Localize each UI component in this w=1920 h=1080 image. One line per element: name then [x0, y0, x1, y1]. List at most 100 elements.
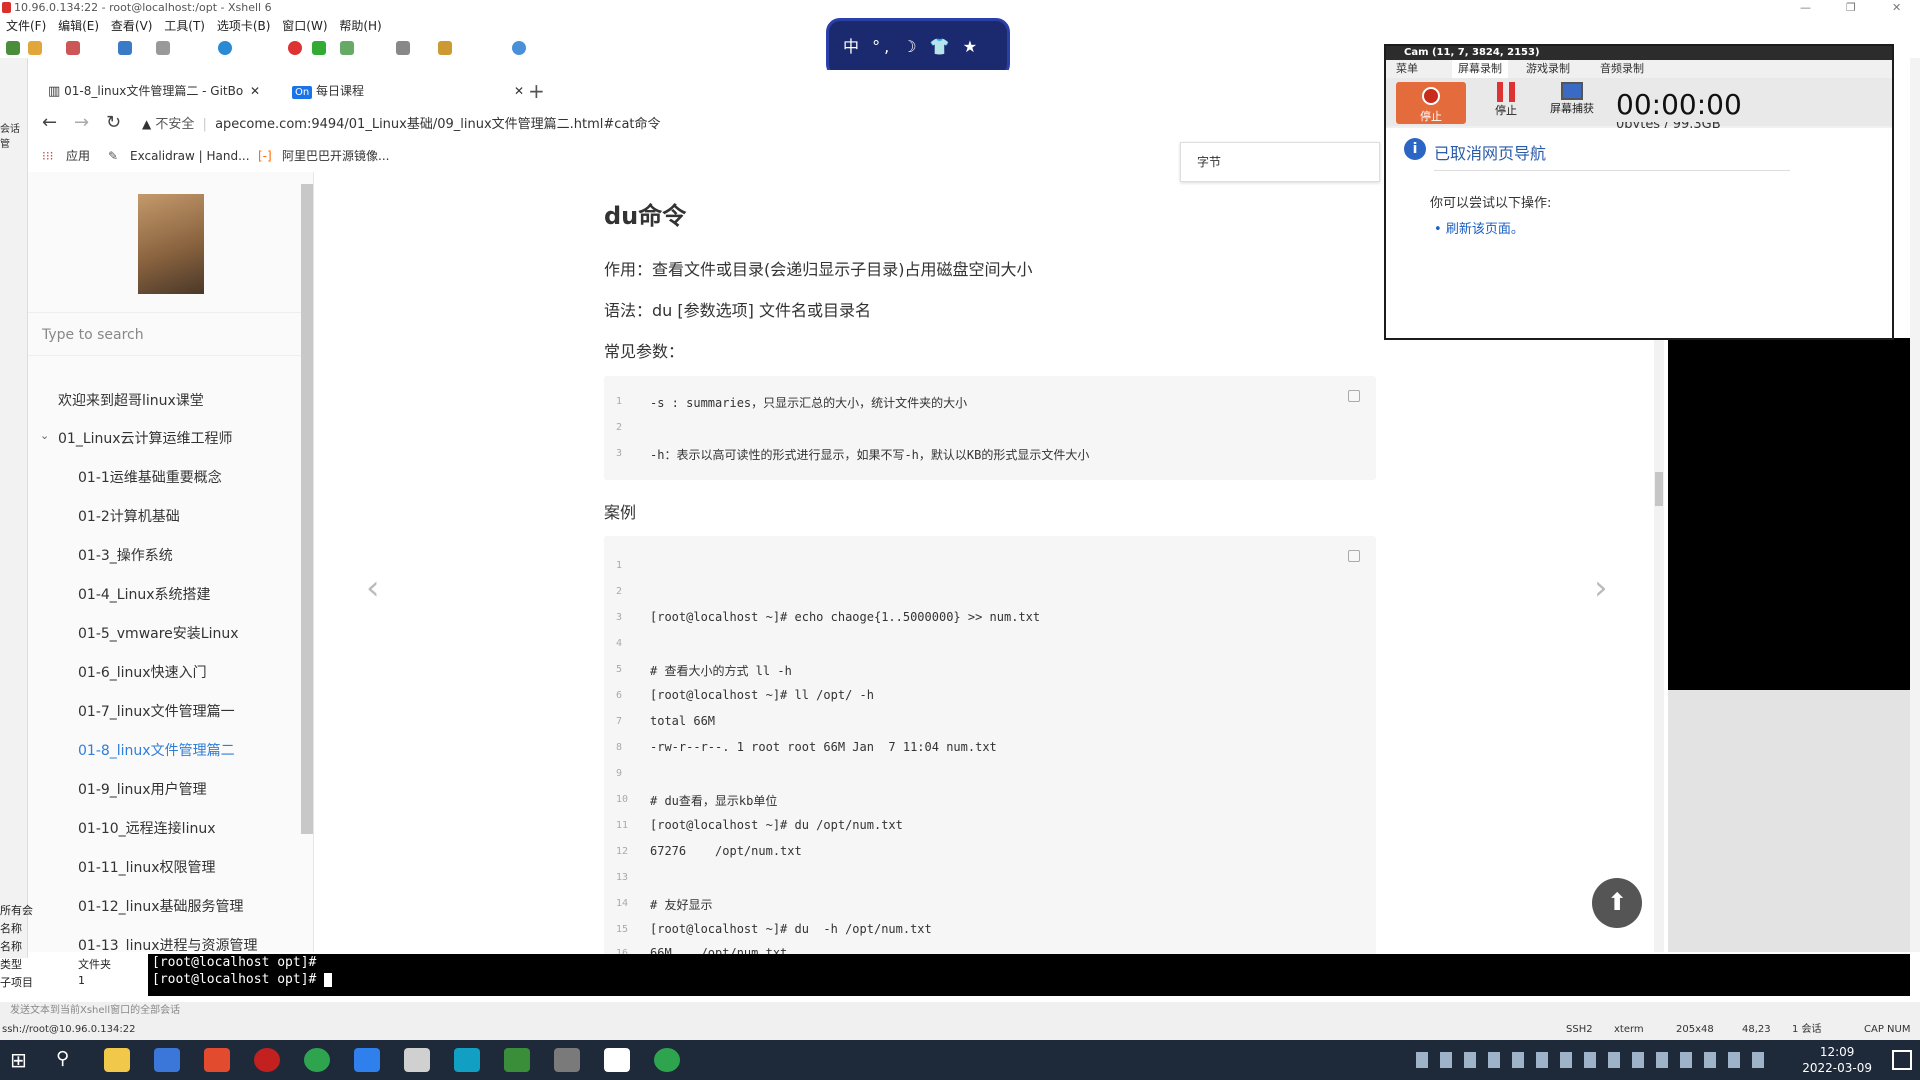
pause-button[interactable]: 停止 — [1486, 82, 1526, 118]
expand-icon[interactable] — [340, 41, 354, 55]
nav-item-01-7[interactable]: 01-7_linux文件管理篇一 — [78, 701, 235, 721]
record-icon[interactable] — [288, 41, 302, 55]
nav-cancelled-title: 已取消网页导航 — [1434, 144, 1547, 163]
notification-icon[interactable] — [1892, 1050, 1912, 1070]
nav-item-01-3[interactable]: 01-3_操作系统 — [78, 545, 173, 565]
app-icon[interactable] — [204, 1048, 230, 1072]
terminal-pane[interactable]: [root@localhost opt]# [root@localhost op… — [148, 954, 1910, 996]
find-icon[interactable] — [156, 41, 170, 55]
nav-item-01-10[interactable]: 01-10_远程连接linux — [78, 818, 216, 838]
code-line: -h：表示以高可读性的形式进行显示，如果不写-h，默认以KB的形式显示文件大小 — [650, 448, 1090, 462]
nav-item-section[interactable]: 01_Linux云计算运维工程师 — [58, 428, 233, 448]
paragraph-params: 常见参数： — [604, 342, 685, 361]
nav-item-welcome[interactable]: 欢迎来到超哥linux课堂 — [58, 390, 204, 410]
session-properties: 所有会 名称 名称 类型 文件夹 子项目 1 — [0, 898, 148, 998]
nav-item-01-9[interactable]: 01-9_linux用户管理 — [78, 779, 207, 799]
tab-screen-record[interactable]: 屏幕录制 — [1452, 60, 1508, 78]
app-icon[interactable] — [154, 1048, 180, 1072]
app-icon[interactable] — [504, 1048, 530, 1072]
bookmark-apps[interactable]: 应用 — [66, 142, 90, 170]
nav-item-01-4[interactable]: 01-4_Linux系统搭建 — [78, 584, 211, 604]
menu-window[interactable]: 窗口(W) — [282, 19, 327, 33]
connect-icon[interactable] — [66, 41, 80, 55]
explorer-icon[interactable] — [104, 1048, 130, 1072]
sidebar-scrollbar[interactable] — [301, 184, 313, 834]
tab-close-icon[interactable]: ✕ — [250, 76, 260, 106]
new-session-icon[interactable] — [6, 41, 20, 55]
copy-icon[interactable] — [1348, 390, 1360, 402]
search-input[interactable]: Type to search — [28, 312, 302, 356]
back-to-top-button[interactable]: ⬆ — [1592, 878, 1642, 928]
monitor-icon — [1561, 82, 1583, 100]
tab-gitbook[interactable]: ▥ 01-8_linux文件管理篇二 - GitBo ✕ — [28, 76, 268, 106]
properties-icon[interactable] — [118, 41, 132, 55]
reload-icon[interactable]: ↻ — [106, 112, 121, 133]
line-number: 11 — [616, 820, 629, 831]
close-icon[interactable]: ✕ — [1892, 0, 1901, 15]
app-icon[interactable] — [404, 1048, 430, 1072]
script-icon[interactable] — [438, 41, 452, 55]
screen-capture-button[interactable]: 屏幕捕获 — [1542, 82, 1602, 116]
nav-item-01-1[interactable]: 01-1运维基础重要概念 — [78, 467, 222, 487]
status-cursor-pos: 48,23 — [1742, 1024, 1771, 1035]
status-protocol: SSH2 — [1566, 1024, 1593, 1035]
menu-view[interactable]: 查看(V) — [111, 19, 153, 33]
menu-edit[interactable]: 编辑(E) — [58, 19, 99, 33]
send-text-bar[interactable]: 发送文本到当前Xshell窗口的全部会话 — [0, 1002, 1920, 1020]
menu-file[interactable]: 文件(F) — [6, 19, 46, 33]
music-widget[interactable]: 中 °, ☽ 👕 ★ — [826, 18, 1010, 78]
typora-icon[interactable] — [604, 1048, 630, 1072]
compose-icon[interactable] — [396, 41, 410, 55]
search-icon[interactable]: ⚲ — [56, 1048, 69, 1069]
app-icon[interactable] — [554, 1048, 580, 1072]
app-icon[interactable] — [454, 1048, 480, 1072]
line-number: 5 — [616, 664, 623, 675]
chrome-icon[interactable] — [654, 1048, 680, 1072]
new-tab-button[interactable]: + — [528, 76, 545, 106]
nav-item-01-11[interactable]: 01-11_linux权限管理 — [78, 857, 216, 877]
tab-daily-course[interactable]: On 每日课程 ✕ — [284, 76, 532, 106]
help-icon[interactable] — [512, 41, 526, 55]
next-page-icon[interactable]: › — [1594, 568, 1608, 608]
app-icon[interactable] — [354, 1048, 380, 1072]
transfer-icon[interactable] — [312, 41, 326, 55]
refresh-link[interactable]: • 刷新该页面。 — [1434, 218, 1524, 237]
app-icon[interactable] — [254, 1048, 280, 1072]
open-folder-icon[interactable] — [28, 41, 42, 55]
chrome-icon[interactable] — [304, 1048, 330, 1072]
tab-game-record[interactable]: 游戏录制 — [1526, 60, 1570, 78]
prev-page-icon[interactable]: ‹ — [366, 568, 380, 608]
taskbar-clock[interactable]: 12:09 2022-03-09 — [1802, 1044, 1872, 1076]
scrollbar-thumb[interactable] — [1655, 472, 1663, 506]
code-line: # 友好显示 — [650, 898, 713, 912]
nav-item-01-2[interactable]: 01-2计算机基础 — [78, 506, 180, 526]
copy-icon[interactable] — [1348, 550, 1360, 562]
tab-close-icon[interactable]: ✕ — [514, 76, 524, 106]
status-size: 205x48 — [1676, 1024, 1714, 1035]
tray-icons[interactable] — [1416, 1052, 1776, 1068]
nav-item-01-6[interactable]: 01-6_linux快速入门 — [78, 662, 207, 682]
prop-key: 所有会 — [0, 904, 33, 917]
menu-help[interactable]: 帮助(H) — [339, 19, 381, 33]
bookmark-excalidraw[interactable]: Excalidraw | Hand... — [130, 142, 250, 170]
windows-start-icon[interactable]: ⊞ — [10, 1048, 27, 1072]
url-text: apecome.com:9494/01_Linux基础/09_linux文件管理… — [215, 117, 661, 132]
forward-icon[interactable]: → — [74, 112, 89, 133]
record-stop-button[interactable]: 停止 — [1396, 82, 1466, 124]
menu-tools[interactable]: 工具(T) — [164, 19, 205, 33]
restore-icon[interactable]: ❐ — [1846, 0, 1856, 15]
hint-text: 你可以尝试以下操作: — [1430, 196, 1552, 211]
xshell-scrollbar[interactable] — [1910, 58, 1920, 952]
minimize-icon[interactable]: — — [1800, 0, 1811, 15]
back-icon[interactable]: ← — [42, 112, 57, 133]
nav-item-01-8-active[interactable]: 01-8_linux文件管理篇二 — [78, 740, 235, 760]
menu-tabs[interactable]: 选项卡(B) — [217, 19, 271, 33]
omnibox[interactable]: ▲ 不安全 | apecome.com:9494/01_Linux基础/09_l… — [142, 110, 1372, 138]
chevron-down-icon[interactable]: ⌄ — [40, 429, 49, 442]
bookmark-alibaba[interactable]: 阿里巴巴开源镜像... — [282, 142, 389, 170]
tab-audio-record[interactable]: 音频录制 — [1600, 60, 1644, 78]
globe-icon[interactable] — [218, 41, 232, 55]
tab-menu[interactable]: 菜单 — [1396, 60, 1418, 78]
nav-item-01-5[interactable]: 01-5_vmware安装Linux — [78, 623, 239, 643]
record-timer: 00:00:00 — [1616, 88, 1742, 121]
